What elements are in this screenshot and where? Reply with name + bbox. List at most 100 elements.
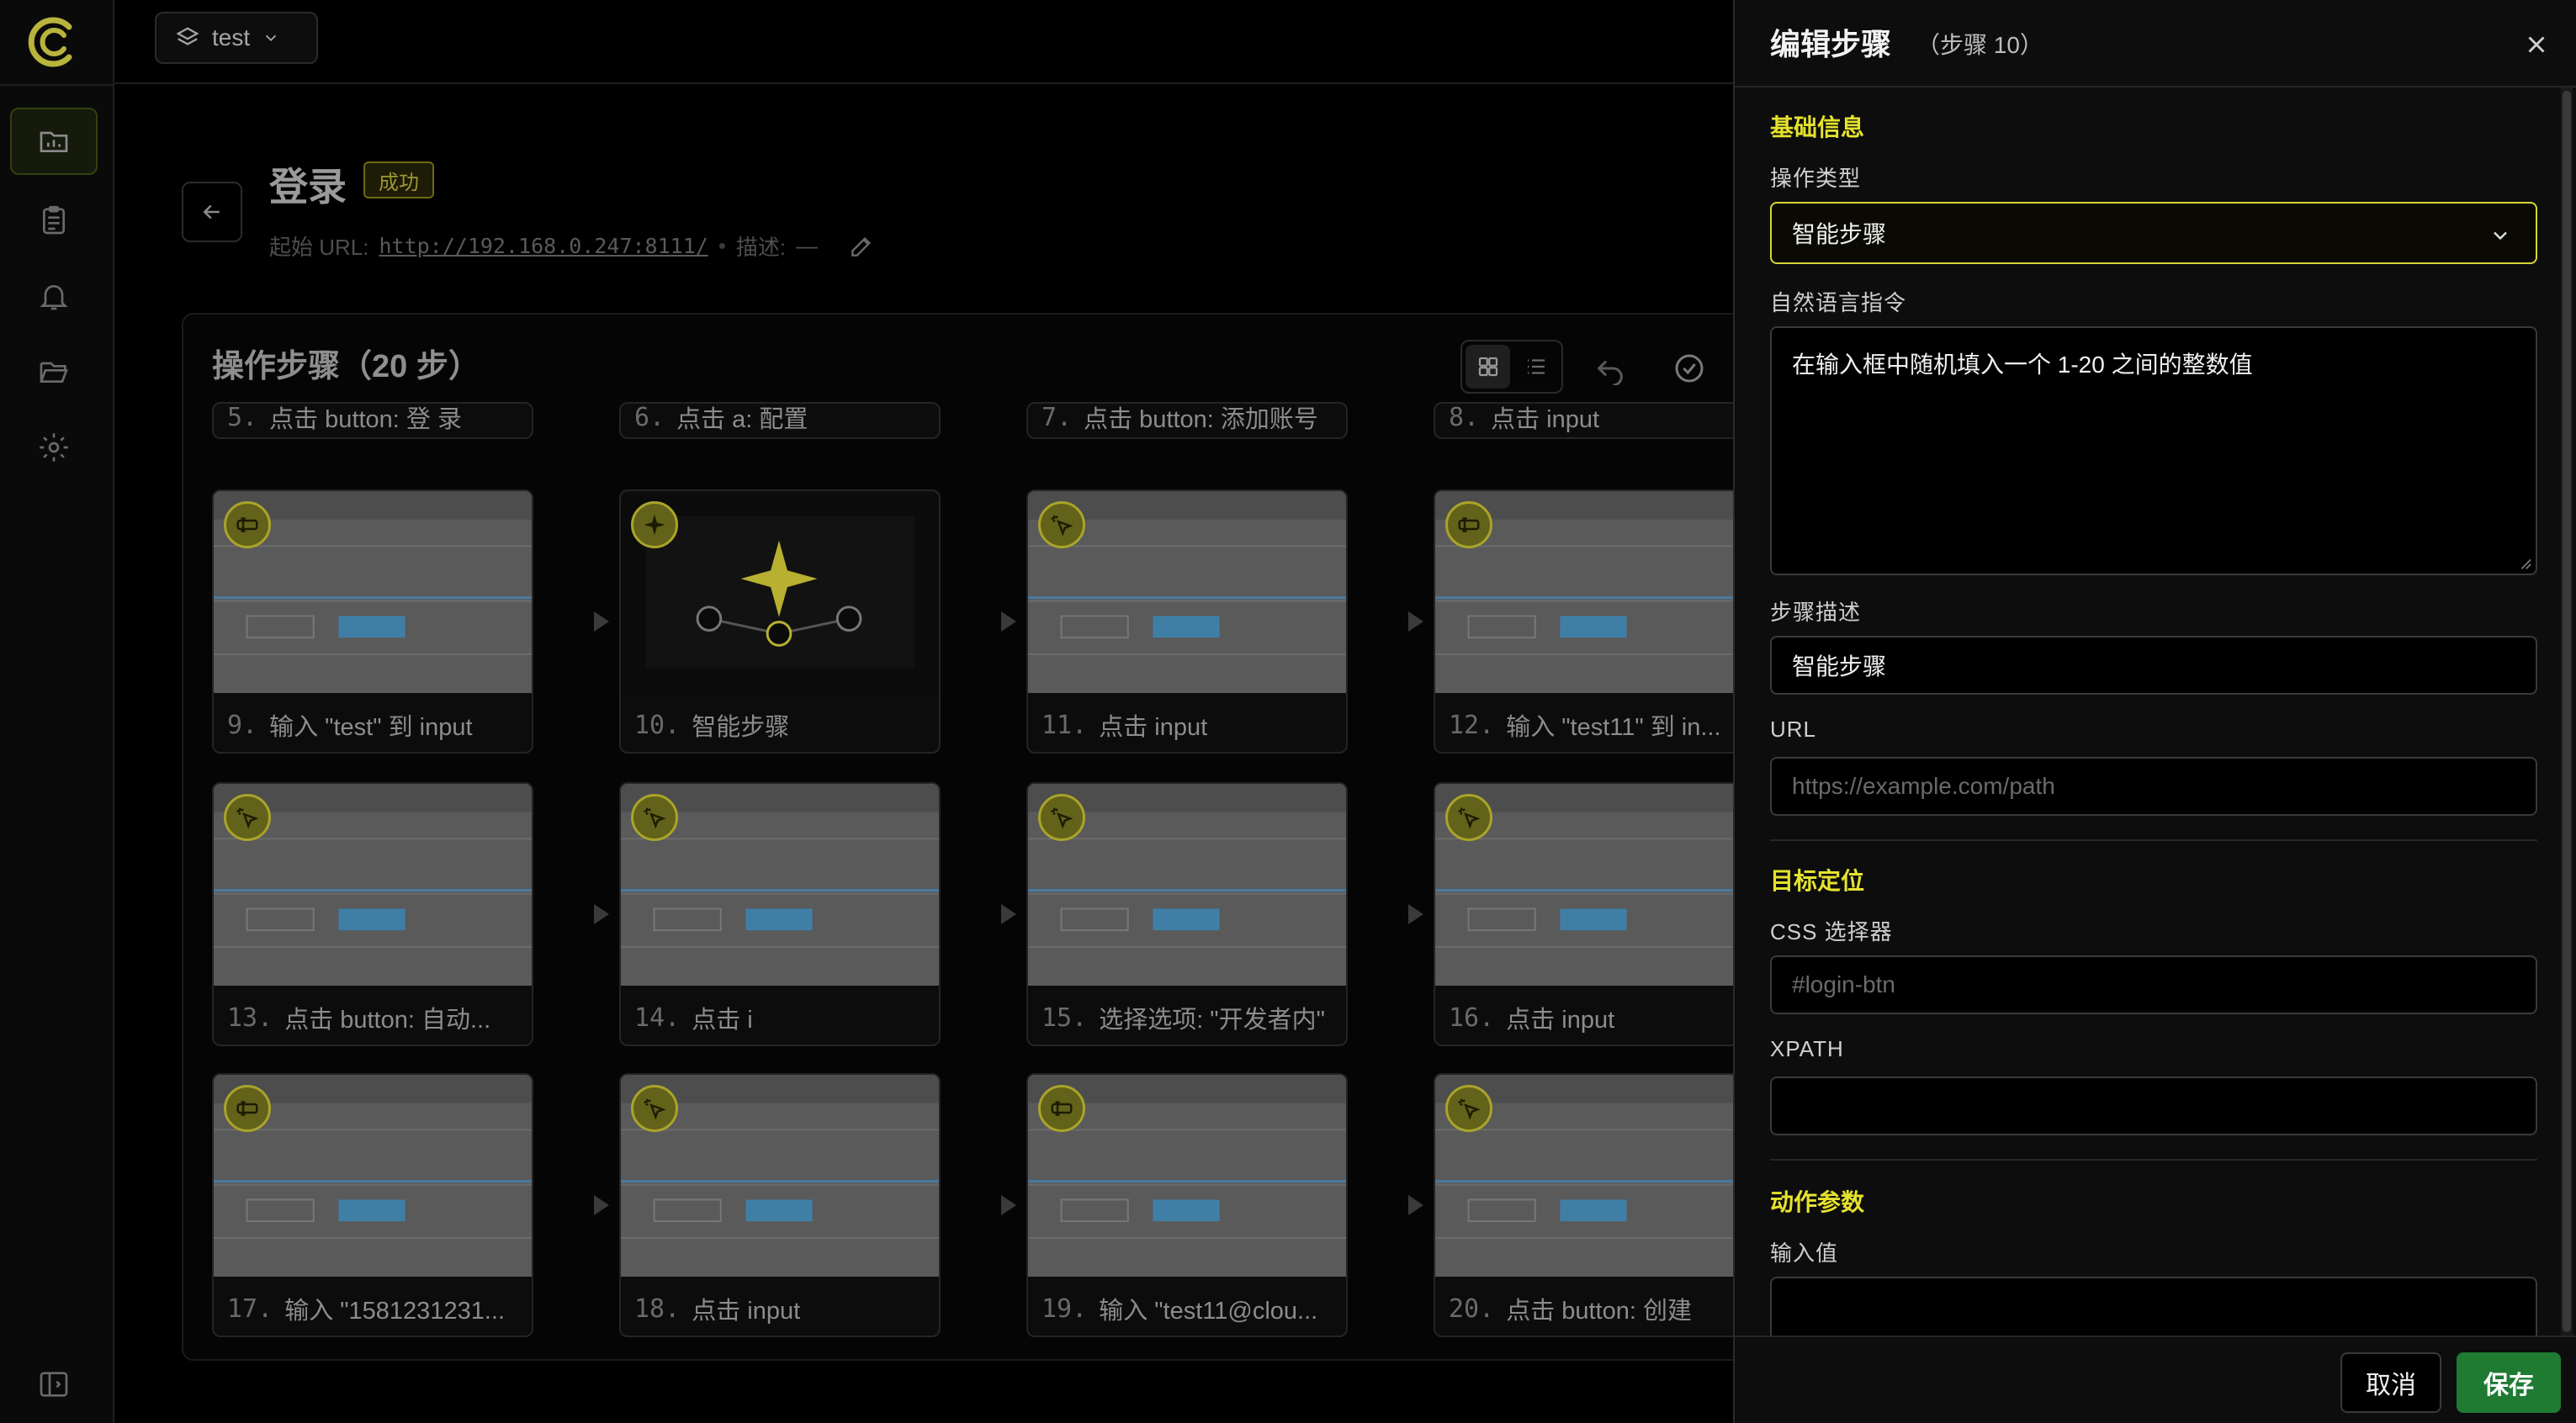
folder-chart-icon (40, 131, 68, 152)
nav-projects[interactable] (10, 108, 98, 175)
step-type-badge (1038, 501, 1085, 548)
css-selector-label: CSS 选择器 (1770, 919, 1893, 944)
step-text: 点击 button: 添加账号 (1084, 406, 1318, 433)
step-card[interactable]: 6. 点击 a: 配置 (619, 402, 941, 439)
drawer-scrollbar[interactable] (2561, 87, 2573, 1336)
step-card[interactable]: 13. 点击 button: 自动... (212, 782, 533, 1046)
workspace-switcher[interactable]: test (155, 12, 318, 64)
step-card[interactable]: 12. 输入 "test11" 到 in... (1434, 489, 1755, 754)
step-number: 6. (634, 402, 665, 432)
step-card[interactable]: 18. 点击 input (619, 1073, 941, 1337)
step-label: 18. 点击 input (621, 1282, 939, 1336)
flow-arrow (594, 1195, 609, 1215)
step-label: 5. 点击 button: 登 录 (214, 404, 532, 436)
step-card[interactable]: 17. 输入 "1581231231... (212, 1073, 533, 1337)
view-toggle (1460, 340, 1563, 394)
save-button[interactable]: 保存 (2457, 1352, 2561, 1413)
step-card[interactable]: 20. 点击 button: 创建 (1434, 1073, 1755, 1337)
click-icon (1458, 807, 1481, 829)
step-card[interactable]: 8. 点击 input (1434, 402, 1755, 439)
click-icon (236, 807, 259, 829)
step-number: 12. (1449, 710, 1495, 740)
step-card[interactable]: 10. 智能步骤 (619, 489, 941, 754)
sidebar-toggle[interactable] (10, 1351, 98, 1418)
css-selector-placeholder: #login-btn (1792, 971, 1895, 997)
sparkle-icon (644, 514, 665, 536)
gear-icon (40, 433, 68, 462)
step-label: 7. 点击 button: 添加账号 (1028, 402, 1346, 436)
nav-tasks[interactable] (10, 187, 98, 254)
xpath-input[interactable] (1770, 1077, 2537, 1135)
back-button[interactable] (182, 182, 242, 242)
grid-icon (1478, 357, 1497, 377)
step-card[interactable]: 7. 点击 button: 添加账号 (1026, 402, 1348, 439)
sidebar-toggle-icon (40, 1372, 68, 1397)
step-number: 14. (634, 1002, 681, 1033)
step-label: 11. 点击 input (1028, 698, 1346, 752)
op-type-select[interactable]: 智能步骤 (1770, 202, 2537, 264)
step-number: 15. (1042, 1002, 1088, 1033)
op-type-label: 操作类型 (1770, 166, 1862, 191)
start-url-label: 起始 URL: (269, 235, 369, 260)
step-number: 7. (1042, 402, 1073, 432)
chevron-down-icon (2494, 231, 2507, 241)
nav-notifications[interactable] (10, 262, 98, 330)
app-logo[interactable] (22, 12, 82, 72)
layers-icon (176, 27, 199, 45)
step-card[interactable]: 19. 输入 "test11@clou... (1026, 1073, 1348, 1337)
step-type-badge (1445, 501, 1492, 548)
scrollbar-thumb[interactable] (2563, 91, 2571, 1332)
nav-settings[interactable] (10, 414, 98, 481)
click-icon (1051, 515, 1073, 537)
url-label: URL (1770, 717, 1817, 742)
workspace-name: test (212, 24, 251, 50)
grid-view-button[interactable] (1466, 345, 1510, 389)
step-text: 输入 "test" 到 input (269, 714, 473, 741)
page-title: 登录 (269, 165, 347, 209)
url-placeholder: https://example.com/path (1792, 773, 2055, 799)
cancel-button[interactable]: 取消 (2340, 1352, 2441, 1413)
resize-handle-icon[interactable] (2517, 555, 2532, 570)
step-label: 12. 输入 "test11" 到 in... (1435, 698, 1753, 752)
section-divider (1770, 839, 2537, 841)
start-url-link[interactable]: http://192.168.0.247:8111/ (379, 234, 708, 258)
step-card[interactable]: 9. 输入 "test" 到 input (212, 489, 533, 754)
click-icon (644, 1098, 666, 1120)
nl-instruction-textarea[interactable]: 在输入框中随机填入一个 1-20 之间的整数值 (1770, 326, 2537, 575)
click-icon (1458, 1098, 1481, 1120)
step-number: 13. (227, 1002, 273, 1033)
list-icon (1527, 359, 1545, 374)
drawer-body: 基础信息 操作类型 智能步骤 自然语言指令 在输入框中随机填入一个 1-20 之… (1770, 87, 2537, 1336)
pencil-icon[interactable] (848, 233, 875, 260)
css-selector-input[interactable]: #login-btn (1770, 955, 2537, 1014)
undo-icon[interactable] (1593, 352, 1627, 385)
input-icon (236, 1101, 258, 1116)
flow-arrow (1001, 1195, 1016, 1215)
step-card[interactable]: 14. 点击 i (619, 782, 941, 1046)
chevron-down-icon (265, 34, 277, 42)
drawer-step-number: （步骤 10） (1916, 32, 2043, 58)
step-label: 9. 输入 "test" 到 input (214, 698, 532, 752)
step-card[interactable]: 5. 点击 button: 登 录 (212, 402, 533, 439)
step-card[interactable]: 15. 选择选项: "开发者内" (1026, 782, 1348, 1046)
step-number: 16. (1449, 1002, 1495, 1033)
xpath-label: XPATH (1770, 1036, 1844, 1061)
nav-files[interactable] (10, 338, 98, 405)
close-icon[interactable] (2522, 30, 2551, 59)
step-desc-label: 步骤描述 (1770, 600, 1862, 625)
flow-arrow (1001, 904, 1016, 924)
step-desc-input[interactable]: 智能步骤 (1770, 636, 2537, 695)
step-card[interactable]: 11. 点击 input (1026, 489, 1348, 754)
step-number: 10. (634, 710, 681, 740)
step-type-badge (631, 794, 678, 841)
step-number: 18. (634, 1293, 681, 1324)
step-card[interactable]: 16. 点击 input (1434, 782, 1755, 1046)
step-text: 点击 input (1506, 1007, 1615, 1034)
input-value-field[interactable] (1770, 1277, 2537, 1336)
page-meta: 起始 URL: http://192.168.0.247:8111/ • 描述:… (269, 230, 875, 262)
url-input[interactable]: https://example.com/path (1770, 757, 2537, 816)
list-view-button[interactable] (1513, 345, 1558, 389)
step-type-badge (224, 794, 271, 841)
check-circle-icon[interactable] (1672, 352, 1706, 385)
nl-instruction-label: 自然语言指令 (1770, 290, 1907, 315)
